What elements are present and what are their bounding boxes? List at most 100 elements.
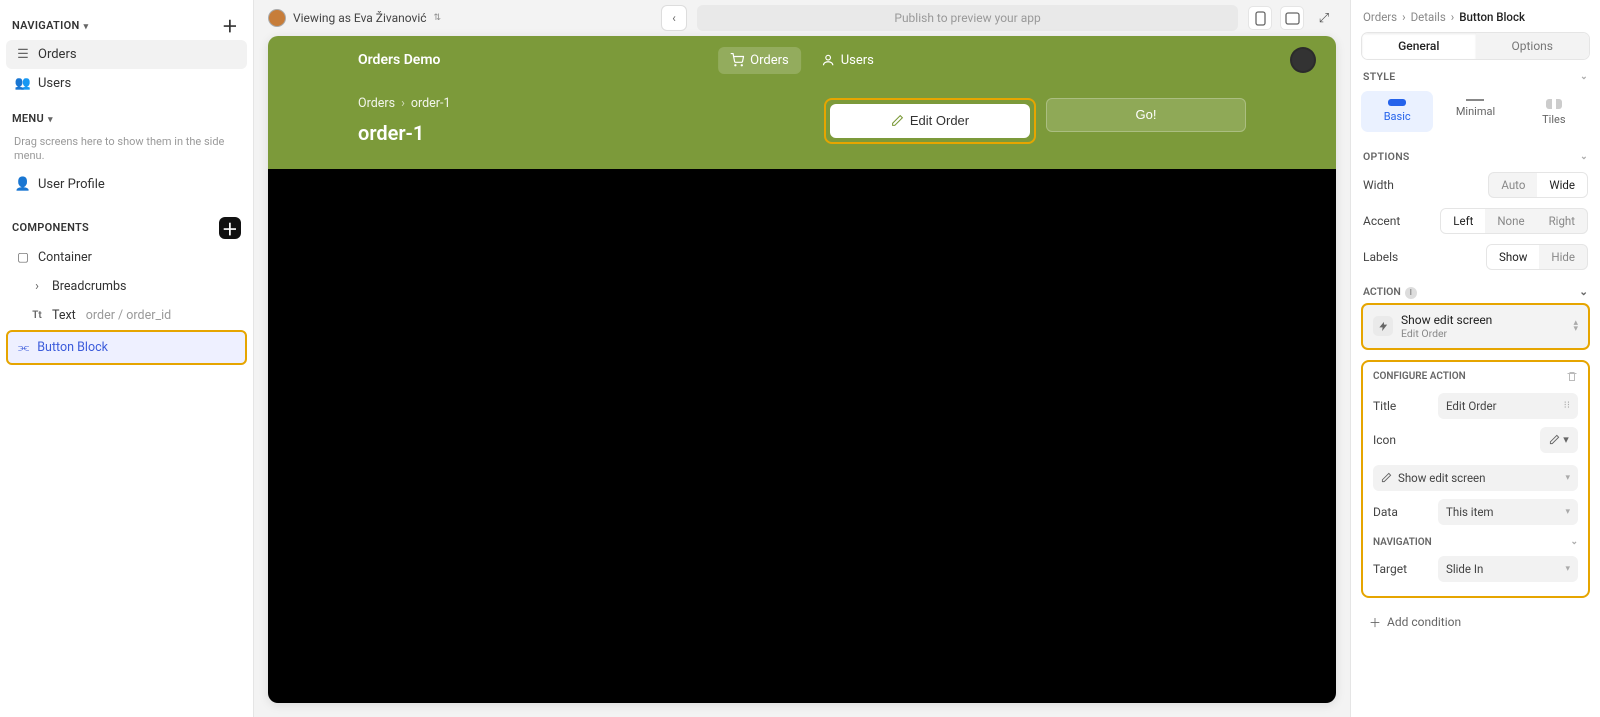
seg-wide[interactable]: Wide — [1537, 173, 1587, 197]
tab-users[interactable]: Users — [809, 47, 886, 74]
add-navigation-button[interactable]: ＋ — [219, 14, 241, 36]
inspector-tabs: General Options — [1361, 32, 1590, 60]
button-label: Edit Order — [910, 113, 969, 128]
cart-icon — [730, 53, 744, 67]
chevron-down-icon: ▾ — [1565, 473, 1570, 483]
action-subtitle: Edit Order — [1401, 327, 1492, 340]
component-breadcrumbs[interactable]: › Breadcrumbs — [6, 272, 247, 301]
expand-button[interactable]: ⤢ — [1312, 6, 1336, 30]
add-condition-button[interactable]: ＋ Add condition — [1363, 608, 1588, 637]
trash-icon — [1566, 370, 1578, 383]
title-label: Title — [1373, 399, 1396, 413]
section-label: OPTIONS — [1363, 150, 1410, 163]
delete-action-button[interactable] — [1566, 370, 1578, 383]
component-button-block[interactable]: ⫘ Button Block — [6, 330, 247, 365]
option-accent: Accent Left None Right — [1351, 203, 1600, 239]
pencil-icon — [1381, 472, 1392, 483]
seg-left[interactable]: Left — [1441, 209, 1485, 233]
chevron-down-icon: ⌄ — [1570, 537, 1578, 548]
style-basic[interactable]: Basic — [1361, 91, 1433, 132]
nav-item-orders[interactable]: ☰ Orders — [6, 40, 247, 69]
go-button[interactable]: Go! — [1046, 98, 1246, 132]
chevron-down-icon: ▾ — [84, 22, 89, 32]
chevron-down-icon: ⌄ — [1580, 152, 1588, 162]
option-width: Width Auto Wide — [1351, 167, 1600, 203]
style-tiles[interactable]: Tiles — [1518, 91, 1590, 132]
style-swatch-icon — [1546, 99, 1562, 109]
style-section-header[interactable]: STYLE ⌄ — [1351, 60, 1600, 87]
component-label: Container — [38, 250, 92, 265]
options-section-header[interactable]: OPTIONS ⌄ — [1351, 140, 1600, 167]
selected-button-highlight: Edit Order — [824, 98, 1036, 144]
seg-hide[interactable]: Hide — [1539, 245, 1587, 269]
publish-bar[interactable]: Publish to preview your app — [697, 5, 1238, 31]
user-icon — [821, 53, 835, 67]
action-title: Show edit screen — [1401, 313, 1492, 327]
person-icon: 👤 — [16, 177, 30, 191]
navigation-section-header[interactable]: NAVIGATION▾ ＋ — [6, 10, 247, 40]
edit-order-button[interactable]: Edit Order — [830, 104, 1030, 138]
component-binding-text: order / order_id — [86, 308, 171, 323]
expand-field-icon[interactable]: ⁝⁝ — [1564, 400, 1570, 411]
crumb-link[interactable]: Orders — [1363, 10, 1397, 24]
tab-options[interactable]: Options — [1476, 33, 1590, 59]
back-button[interactable]: ‹ — [661, 5, 687, 31]
style-minimal[interactable]: Minimal — [1439, 91, 1511, 132]
action-section-header[interactable]: ACTIONi ⌄ — [1351, 275, 1600, 303]
left-sidebar: NAVIGATION▾ ＋ ☰ Orders 👥 Users MENU▾ Dra… — [0, 0, 254, 717]
configure-action-panel: CONFIGURE ACTION Title Edit Order ⁝⁝ Ico… — [1361, 360, 1590, 598]
pencil-icon — [1549, 434, 1560, 445]
nav-item-users[interactable]: 👥 Users — [6, 69, 247, 98]
crumb-orders[interactable]: Orders — [358, 96, 395, 111]
section-label: STYLE — [1363, 70, 1396, 83]
chevron-right-icon: › — [401, 96, 405, 111]
style-swatch-icon — [1466, 99, 1484, 101]
option-labels: Labels Show Hide — [1351, 239, 1600, 275]
crumb-link[interactable]: Details — [1411, 10, 1446, 24]
components-list: ▢ Container › Breadcrumbs Tt Text order … — [6, 243, 247, 365]
top-toolbar: Viewing as Eva Živanović ⇅ ‹ Publish to … — [254, 0, 1350, 36]
add-component-button[interactable]: ＋ — [219, 217, 241, 239]
menu-item-user-profile[interactable]: 👤 User Profile — [6, 170, 247, 199]
target-selector[interactable]: Slide In ▾ — [1438, 556, 1578, 582]
device-tablet-button[interactable] — [1280, 6, 1304, 30]
component-container[interactable]: ▢ Container — [6, 243, 247, 272]
reorder-icon[interactable]: ▴▾ — [1573, 320, 1578, 332]
option-label: Labels — [1363, 250, 1398, 264]
action-row[interactable]: Show edit screen Edit Order ▴▾ — [1361, 303, 1590, 350]
components-section-header[interactable]: COMPONENTS ＋ — [6, 213, 247, 243]
viewing-as-label: Viewing as Eva Živanović — [293, 11, 427, 25]
seg-right[interactable]: Right — [1537, 209, 1587, 233]
action-type-selector[interactable]: Show edit screen ▾ — [1373, 465, 1578, 491]
data-selector[interactable]: This item ▾ — [1438, 499, 1578, 525]
data-value: This item — [1446, 505, 1494, 519]
seg-none[interactable]: None — [1485, 209, 1536, 233]
title-input[interactable]: Edit Order ⁝⁝ — [1438, 393, 1578, 419]
link-icon: ⫘ — [18, 340, 29, 355]
chevron-right-icon: › — [1402, 10, 1405, 24]
chevron-right-icon: › — [30, 279, 44, 293]
user-avatar[interactable] — [1290, 47, 1316, 73]
icon-selector[interactable]: ▾ — [1540, 427, 1578, 453]
info-icon[interactable]: i — [1405, 287, 1417, 299]
text-icon: Tt — [30, 308, 44, 322]
title-value: Edit Order — [1446, 399, 1497, 413]
menu-label: MENU — [12, 112, 44, 125]
editor-canvas-area: Viewing as Eva Živanović ⇅ ‹ Publish to … — [254, 0, 1350, 717]
crumb-current: order-1 — [411, 96, 451, 111]
tab-orders[interactable]: Orders — [718, 47, 801, 74]
viewing-as-selector[interactable]: Viewing as Eva Živanović ⇅ — [268, 9, 441, 27]
menu-section-header[interactable]: MENU▾ — [6, 108, 247, 129]
style-options: Basic Minimal Tiles — [1351, 87, 1600, 140]
configure-action-label: CONFIGURE ACTION — [1373, 371, 1466, 382]
seg-auto[interactable]: Auto — [1489, 173, 1537, 197]
nav-item-label: Orders — [38, 47, 77, 62]
device-mobile-button[interactable] — [1248, 6, 1272, 30]
right-inspector-panel: Orders › Details › Button Block General … — [1350, 0, 1600, 717]
add-condition-label: Add condition — [1387, 615, 1461, 629]
component-text[interactable]: Tt Text order / order_id — [6, 301, 247, 330]
users-icon: 👥 — [16, 77, 30, 91]
seg-show[interactable]: Show — [1487, 245, 1539, 269]
inspector-breadcrumbs: Orders › Details › Button Block — [1351, 0, 1600, 32]
tab-general[interactable]: General — [1362, 33, 1476, 59]
